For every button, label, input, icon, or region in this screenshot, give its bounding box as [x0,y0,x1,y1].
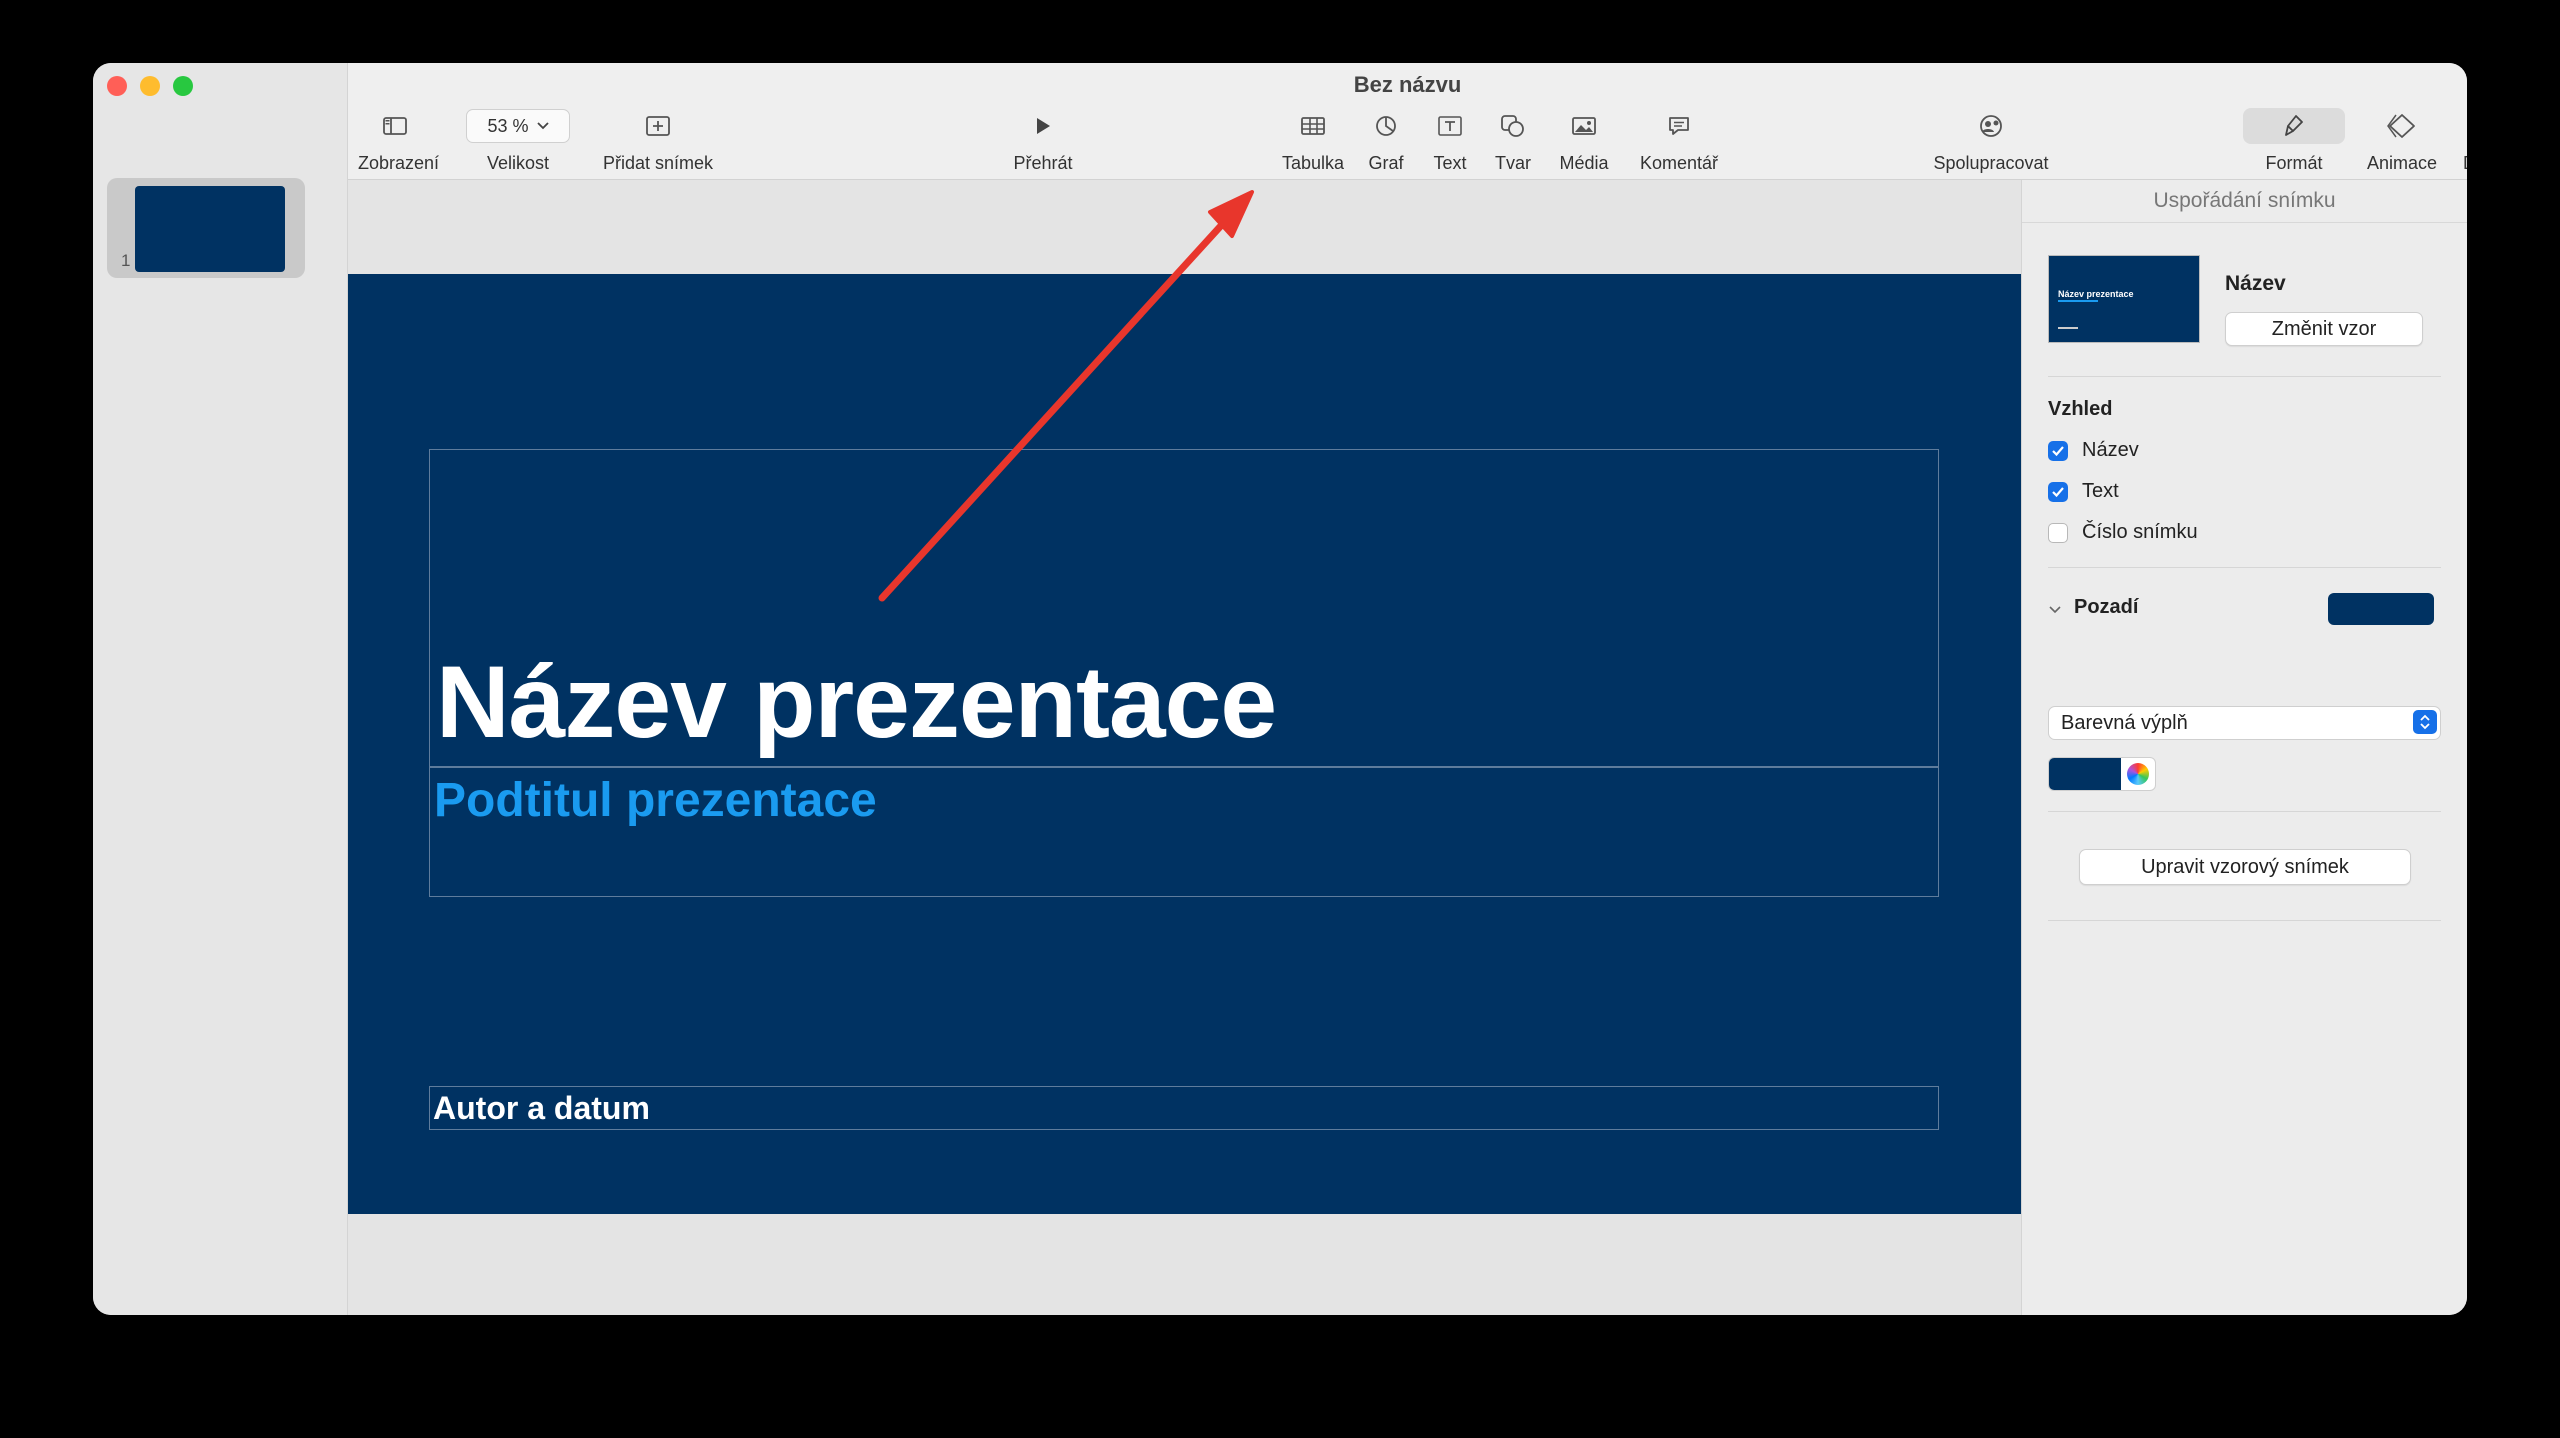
add-slide-icon [646,116,670,136]
add-slide-button[interactable]: Přidat snímek [593,109,723,174]
collaborate-button[interactable]: Spolupracovat [1921,109,2061,174]
comment-button[interactable]: Komentář [1634,109,1724,174]
zoom-value: 53 % [487,115,529,136]
background-title: Pozadí [2074,596,2139,618]
animate-label: Animace [2366,153,2438,173]
background-color-well[interactable] [2328,593,2434,625]
layout-thumbnail[interactable]: Název prezentace [2048,255,2200,343]
table-label: Tabulka [1281,153,1345,173]
slide-number: 1 [121,251,131,270]
zoom-label: Velikost [486,153,550,173]
shape-label: Tvar [1495,153,1531,173]
sidebar-icon [383,117,407,135]
checkmark-icon [2052,445,2064,456]
chevron-down-icon [536,122,549,130]
close-window-button[interactable] [107,76,127,96]
toolbar: Bez názvu Zobrazení 53 % Velikost Přidat… [348,63,2467,180]
checkbox-checked[interactable] [2048,481,2068,502]
subtitle-placeholder[interactable]: Podtitul prezentace [429,766,1939,897]
text-label: Text [1433,153,1467,173]
media-button[interactable]: Média [1548,109,1620,174]
divider [2048,567,2441,568]
chart-label: Graf [1368,153,1404,173]
checkbox-slide-number[interactable]: Číslo snímku [2048,521,2198,544]
slide-title[interactable]: Název prezentace [436,644,1277,761]
checkbox-label: Název [2082,439,2139,461]
inspector-header: Uspořádání snímku [2022,180,2467,223]
table-icon [1301,117,1325,135]
fill-type-select[interactable]: Barevná výplň [2048,706,2441,740]
fill-type-value: Barevná výplň [2061,712,2188,734]
divider [2048,376,2441,377]
select-stepper-icon [2413,710,2437,734]
format-active-indicator [2243,108,2345,144]
table-button[interactable]: Tabulka [1273,109,1353,174]
checkbox-text[interactable]: Text [2048,480,2119,503]
appearance-title: Vzhled [2048,398,2113,420]
media-icon [1572,117,1596,135]
checkbox-unchecked[interactable] [2048,522,2068,543]
document-label: Dokument [2454,153,2467,174]
checkmark-icon [2052,486,2064,497]
view-label: Zobrazení [358,153,440,173]
minimize-window-button[interactable] [140,76,160,96]
edit-master-slide-button[interactable]: Upravit vzorový snímek [2079,849,2411,885]
window-title: Bez názvu [1353,72,1462,97]
comment-label: Komentář [1639,153,1719,173]
shape-button[interactable]: Tvar [1484,109,1542,174]
view-button[interactable]: Zobrazení [358,109,440,174]
text-box-icon [1438,116,1462,136]
author-placeholder[interactable]: Autor a datum [429,1086,1939,1130]
collaborate-icon [1980,115,2002,137]
format-brush-icon [2285,115,2303,136]
fill-color-swatch[interactable] [2049,758,2121,790]
chart-button[interactable]: Graf [1357,109,1415,174]
checkbox-label: Číslo snímku [2082,521,2198,543]
animate-icon [2387,114,2415,138]
checkbox-checked[interactable] [2048,440,2068,461]
maximize-window-button[interactable] [173,76,193,96]
zoom-select[interactable]: 53 % [466,109,570,143]
fill-color-picker[interactable] [2048,757,2156,791]
chart-icon [1376,116,1396,136]
shape-icon [1501,115,1524,137]
play-label: Přehrát [1013,153,1073,173]
color-wheel-icon[interactable] [2127,763,2149,785]
divider [2048,811,2441,812]
change-master-button[interactable]: Změnit vzor [2225,312,2423,346]
media-label: Média [1559,153,1609,173]
collaborate-label: Spolupracovat [1933,153,2049,173]
layout-name: Název [2225,272,2286,295]
add-slide-label: Přidat snímek [602,153,714,173]
animate-button[interactable]: Animace [2352,109,2452,174]
format-button[interactable]: Formát [2239,108,2349,174]
slide-author[interactable]: Autor a datum [433,1090,650,1127]
keynote-window: 1 Bez názvu Zobrazení 53 % Velikost Přid… [93,63,2467,1315]
format-label: Formát [2265,153,2323,173]
checkbox-title[interactable]: Název [2048,439,2139,462]
zoom-control[interactable]: 53 % Velikost [466,109,570,174]
background-disclosure[interactable] [2048,602,2062,620]
comment-icon [1669,117,1689,135]
play-button[interactable]: Přehrát [1003,109,1083,174]
layout-thumbnail-title: Název prezentace [2058,289,2134,299]
document-button[interactable]: Dokument [2454,109,2467,174]
slide-navigator: 1 [93,63,348,1315]
slide-canvas[interactable]: Název prezentace Podtitul prezentace Aut… [348,180,2021,1315]
checkbox-label: Text [2082,480,2119,502]
layout-thumbnail-author-line [2058,327,2078,329]
slide[interactable]: Název prezentace Podtitul prezentace Aut… [348,274,2021,1214]
format-inspector: Uspořádání snímku Název prezentace Název… [2021,180,2467,1315]
divider [2048,920,2441,921]
layout-thumbnail-subtitle-line [2058,300,2098,302]
chevron-down-icon [2049,606,2061,614]
slide-subtitle[interactable]: Podtitul prezentace [434,773,877,828]
slide-thumbnail[interactable] [135,186,285,272]
title-placeholder[interactable]: Název prezentace [429,449,1939,768]
play-icon [1037,118,1050,134]
text-button[interactable]: Text [1421,109,1479,174]
